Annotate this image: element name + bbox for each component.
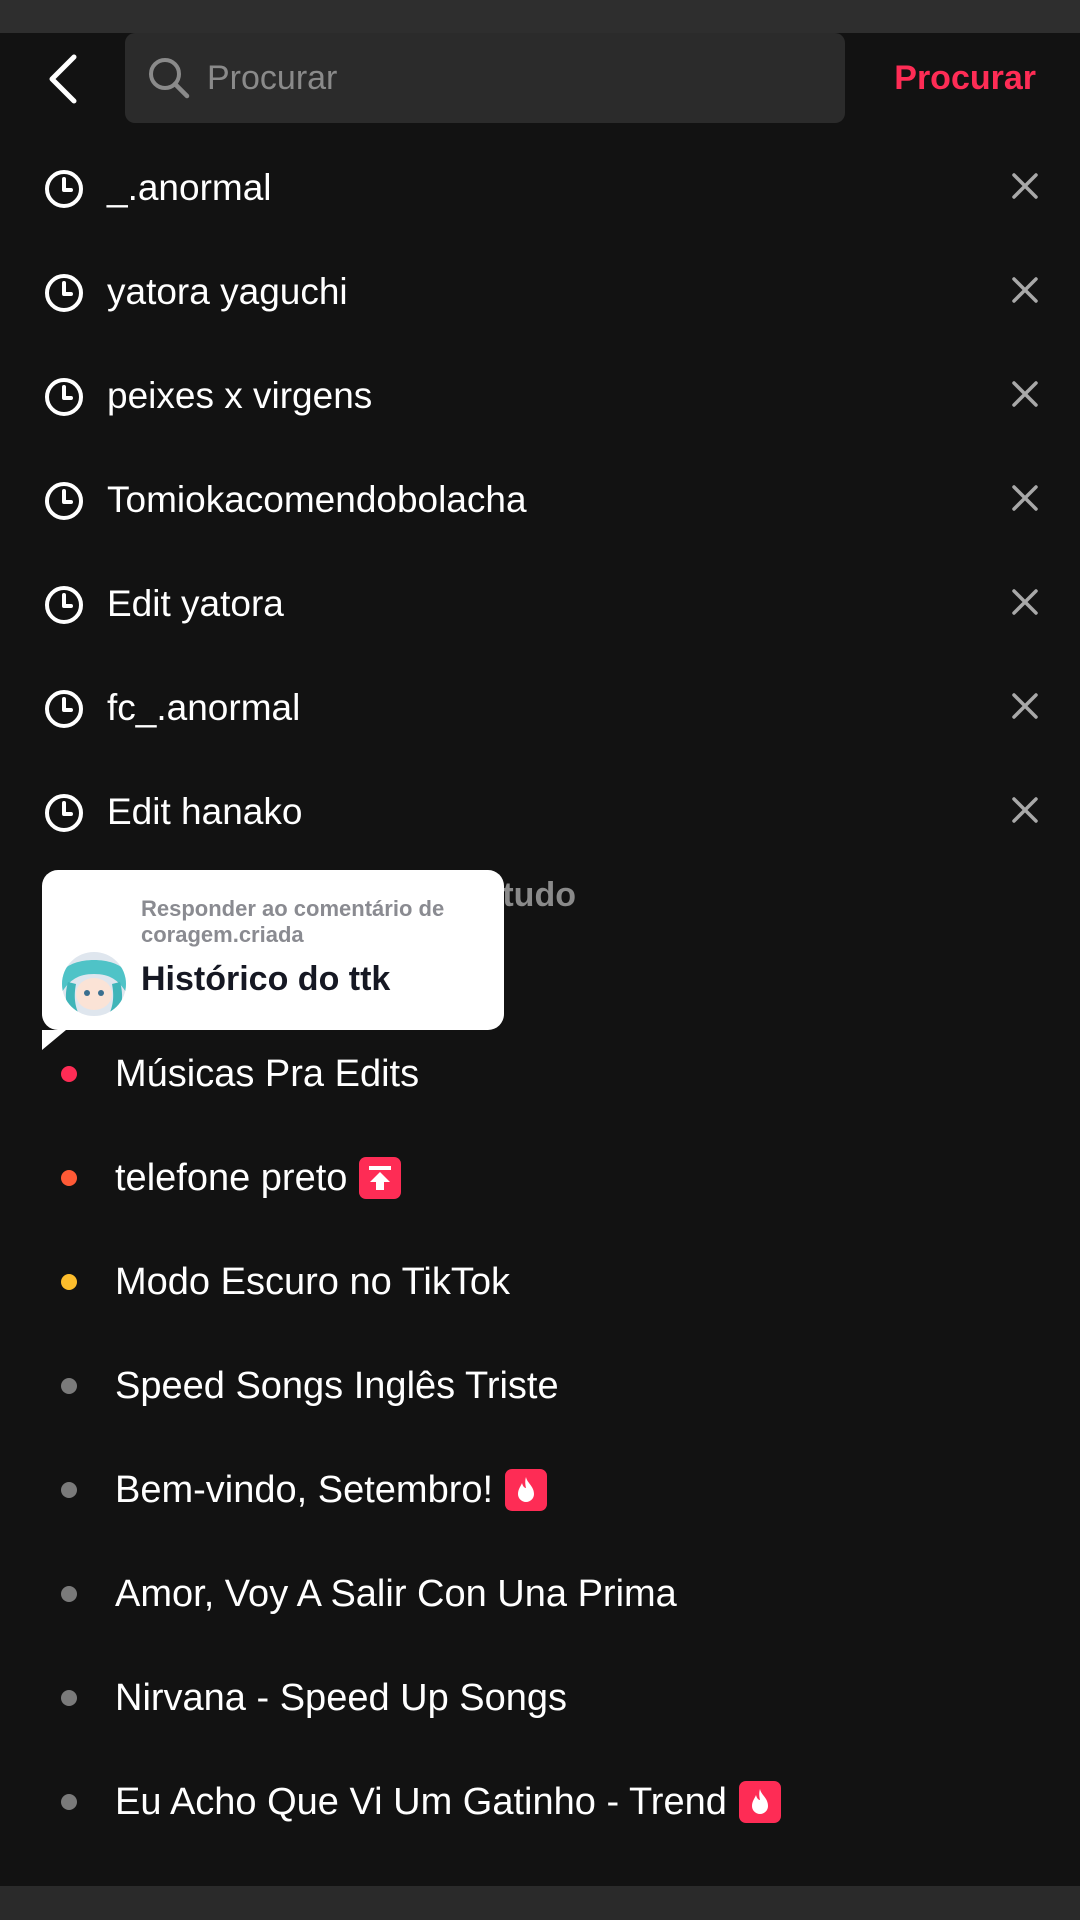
history-item[interactable]: yatora yaguchi <box>0 239 1080 343</box>
suggestion-label: Modo Escuro no TikTok <box>115 1261 510 1303</box>
rank-dot <box>61 1170 77 1186</box>
rank-dot <box>61 1378 77 1394</box>
navigation-bar <box>0 1886 1080 1920</box>
search-history-list: _.anormal yatora yaguchi peixes x virgen… <box>0 135 1080 863</box>
avatar <box>62 952 126 1016</box>
suggestion-item[interactable]: telefone preto <box>0 1126 1080 1230</box>
history-item[interactable]: fc_.anormal <box>0 655 1080 759</box>
close-icon[interactable] <box>1008 481 1042 515</box>
history-item-label: fc_.anormal <box>107 687 301 728</box>
close-icon[interactable] <box>1008 273 1042 307</box>
suggestion-item[interactable]: Eu Acho Que Vi Um Gatinho - Trend <box>0 1750 1080 1854</box>
suggestion-label: Eu Acho Que Vi Um Gatinho - Trend <box>115 1781 727 1823</box>
history-item[interactable]: _.anormal <box>0 135 1080 239</box>
rank-dot <box>61 1066 77 1082</box>
search-bar[interactable] <box>125 33 845 123</box>
clock-icon <box>45 690 83 728</box>
history-item[interactable]: Edit yatora <box>0 551 1080 655</box>
suggestion-item[interactable]: Nirvana - Speed Up Songs <box>0 1646 1080 1750</box>
rank-dot <box>61 1482 77 1498</box>
suggestion-label: Bem-vindo, Setembro! <box>115 1469 494 1511</box>
close-icon[interactable] <box>1008 689 1042 723</box>
clock-icon <box>45 170 83 208</box>
hot-flame-icon <box>738 1781 781 1823</box>
trending-suggestions-list: Músicas Pra Edits telefone preto Modo Es… <box>0 1022 1080 1854</box>
close-icon[interactable] <box>1008 793 1042 827</box>
search-icon <box>149 58 190 99</box>
suggestion-item[interactable]: Bem-vindo, Setembro! <box>0 1438 1080 1542</box>
search-input[interactable] <box>205 57 809 99</box>
clock-icon <box>45 378 83 416</box>
close-icon[interactable] <box>1008 377 1042 411</box>
suggestion-label: Músicas Pra Edits <box>115 1053 420 1095</box>
rank-dot <box>61 1274 77 1290</box>
back-button[interactable] <box>38 49 88 109</box>
close-icon[interactable] <box>1008 585 1042 619</box>
search-submit-button[interactable]: Procurar <box>894 53 1036 103</box>
reply-subtitle: Responder ao comentário de coragem.criad… <box>141 896 445 947</box>
reply-title: Histórico do ttk <box>141 960 391 998</box>
history-item-label: Tomiokacomendobolacha <box>107 479 527 520</box>
suggestion-label: Nirvana - Speed Up Songs <box>115 1677 568 1719</box>
history-item-label: yatora yaguchi <box>107 271 348 312</box>
status-bar <box>0 0 1080 33</box>
trending-up-icon <box>359 1157 402 1199</box>
history-item[interactable]: peixes x virgens <box>0 343 1080 447</box>
history-item[interactable]: Tomiokacomendobolacha <box>0 447 1080 551</box>
clock-icon <box>45 482 83 520</box>
suggestion-item[interactable]: Amor, Voy A Salir Con Una Prima <box>0 1542 1080 1646</box>
history-item-label: peixes x virgens <box>107 375 373 416</box>
hot-flame-icon <box>505 1469 548 1511</box>
suggestion-item[interactable]: Músicas Pra Edits <box>0 1022 1080 1126</box>
suggestion-label: Speed Songs Inglês Triste <box>115 1365 559 1407</box>
rank-dot <box>61 1586 77 1602</box>
clock-icon <box>45 794 83 832</box>
chevron-left-icon <box>49 54 77 104</box>
clock-icon <box>45 586 83 624</box>
suggestion-label: Amor, Voy A Salir Con Una Prima <box>115 1573 677 1615</box>
history-item[interactable]: Edit hanako <box>0 759 1080 863</box>
history-item-label: _.anormal <box>107 167 272 208</box>
history-item-label: Edit yatora <box>107 583 284 624</box>
suggestion-item[interactable]: Speed Songs Inglês Triste <box>0 1334 1080 1438</box>
reply-comment-sticker[interactable]: Responder ao comentário de coragem.criad… <box>42 870 504 1050</box>
rank-dot <box>61 1794 77 1810</box>
rank-dot <box>61 1690 77 1706</box>
history-item-label: Edit hanako <box>107 791 303 832</box>
close-icon[interactable] <box>1008 169 1042 203</box>
clock-icon <box>45 274 83 312</box>
suggestion-label: telefone preto <box>115 1157 348 1199</box>
suggestion-item[interactable]: Modo Escuro no TikTok <box>0 1230 1080 1334</box>
sticker-tail <box>42 1030 66 1050</box>
